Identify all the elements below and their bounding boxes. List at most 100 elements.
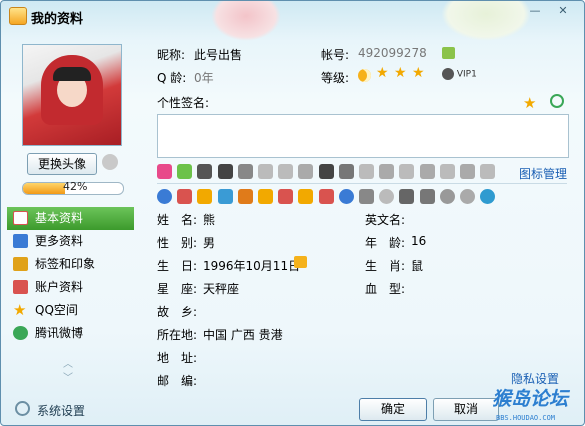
nickname-label: 昵称:: [157, 48, 186, 62]
ok-button[interactable]: 确定: [359, 398, 427, 421]
close-icon: ✕: [558, 4, 568, 17]
badge-icon[interactable]: [419, 189, 435, 204]
account-value: 492099278: [358, 46, 427, 60]
more-info-icon: [13, 234, 28, 248]
badge-icon[interactable]: [278, 164, 294, 179]
badge-icon[interactable]: [460, 189, 475, 204]
badge-icon[interactable]: [338, 189, 354, 204]
sidebar-item-label: 基本资料: [35, 211, 84, 225]
sidebar-item-account[interactable]: 账户资料: [7, 276, 134, 299]
system-settings-link[interactable]: 系统设置: [37, 402, 85, 419]
badge-icon[interactable]: [338, 164, 354, 179]
field-label: 姓 名:: [157, 213, 198, 227]
gray-status-icon[interactable]: [102, 154, 118, 170]
minimize-button[interactable]: —: [522, 2, 548, 19]
decoration-flower: [441, 1, 531, 41]
badge-icon[interactable]: [258, 189, 273, 204]
moon-level-icon: [358, 69, 371, 82]
progress-text: 42%: [63, 180, 88, 193]
badge-icon[interactable]: [399, 164, 415, 179]
sidebar-item-tags[interactable]: 标签和印象: [7, 253, 134, 276]
star-level-icon: ★: [376, 65, 389, 81]
badge-icon[interactable]: [197, 164, 213, 179]
badge-icon[interactable]: [419, 164, 435, 179]
sidebar-item-qzone[interactable]: ★ QQ空间: [7, 299, 134, 322]
gear-icon[interactable]: [15, 401, 30, 416]
badge-icon[interactable]: [399, 189, 415, 204]
badge-icon[interactable]: [298, 189, 314, 204]
badge-icon[interactable]: [217, 189, 233, 204]
badge-icon[interactable]: [157, 189, 172, 204]
sidebar-item-label: 更多资料: [35, 234, 84, 248]
badge-icon[interactable]: [278, 189, 294, 204]
refresh-icon[interactable]: [550, 94, 564, 108]
qq-app-icon: [9, 7, 27, 25]
minimize-icon: —: [529, 4, 541, 17]
star-level-icon: ★: [412, 65, 425, 81]
field-label: 生 日:: [157, 259, 198, 273]
qage-label: Q 龄:: [157, 71, 187, 85]
badge-icon[interactable]: [318, 189, 334, 204]
badge-icon[interactable]: [157, 164, 172, 179]
field-value: 中国 广西 贵港: [203, 328, 283, 342]
field-label: 地 址:: [157, 351, 198, 365]
badge-icon[interactable]: [177, 164, 193, 179]
account-label: 帐号:: [321, 48, 350, 62]
field-value: 男: [203, 236, 216, 250]
badge-icon[interactable]: [237, 189, 253, 204]
level-label: 等级:: [321, 71, 350, 85]
field-value: 鼠: [411, 259, 424, 273]
badge-icon[interactable]: [258, 164, 273, 179]
nav-scroll-arrows[interactable]: ︿ ﹀: [63, 358, 73, 386]
badge-icon[interactable]: [480, 189, 496, 204]
qage-value: 0年: [194, 71, 214, 85]
sidebar-item-more[interactable]: 更多资料: [7, 230, 134, 253]
badge-icon[interactable]: [460, 164, 475, 179]
title-bar[interactable]: 我的资料 — ✕: [1, 1, 584, 41]
divider: [157, 183, 567, 184]
star-edit-icon[interactable]: ★: [523, 94, 536, 112]
change-avatar-button[interactable]: 更换头像: [27, 153, 97, 175]
close-button[interactable]: ✕: [550, 2, 576, 19]
watermark-url: BBS.HOUDAO.COM: [496, 414, 556, 422]
field-label: 所在地:: [157, 328, 198, 342]
badge-icon[interactable]: [439, 189, 455, 204]
field-value: 1996年10月11日: [203, 259, 301, 273]
star-icon: ★: [13, 301, 27, 319]
sidebar-item-weibo[interactable]: 腾讯微博: [7, 322, 134, 345]
nickname-value: 此号出售: [194, 48, 243, 62]
badge-icon[interactable]: [480, 164, 496, 179]
decoration-flower: [211, 1, 281, 41]
badge-icon[interactable]: [237, 164, 253, 179]
window-title: 我的资料: [31, 12, 84, 27]
badge-icon[interactable]: [217, 164, 233, 179]
sidebar-item-basic[interactable]: 基本资料: [7, 207, 134, 230]
badge-icon[interactable]: [177, 189, 193, 204]
badge-icon[interactable]: [298, 164, 314, 179]
profile-window: 我的资料 — ✕ 更换头像 42% 基本资料 更多资料 标签和印象 账户资料 ★: [0, 0, 585, 426]
field-value: 熊: [203, 213, 216, 227]
chevron-up-icon[interactable]: ︿: [63, 358, 73, 372]
sidebar-item-label: 标签和印象: [35, 257, 96, 271]
chevron-down-icon[interactable]: ﹀: [63, 372, 73, 386]
field-label: 邮 编:: [157, 374, 198, 388]
weibo-icon: [13, 326, 28, 340]
badge-icon[interactable]: [359, 164, 374, 179]
star-level-icon: ★: [394, 65, 407, 81]
vip-text: VIP1: [456, 69, 477, 80]
badge-icon[interactable]: [359, 189, 374, 204]
field-label: 故 乡:: [157, 305, 198, 319]
field-label: 血 型:: [365, 282, 406, 296]
badge-icon[interactable]: [439, 164, 455, 179]
account-icon: [13, 280, 28, 294]
copy-account-icon[interactable]: [442, 47, 455, 59]
badge-icon[interactable]: [318, 164, 334, 179]
profile-card-icon: [13, 211, 28, 225]
icon-manage-link[interactable]: 图标管理: [519, 165, 567, 182]
badge-icon[interactable]: [379, 189, 395, 204]
badge-icon[interactable]: [197, 189, 213, 204]
cancel-button[interactable]: 取消: [433, 398, 499, 421]
badge-icon[interactable]: [379, 164, 395, 179]
signature-input[interactable]: [157, 114, 569, 158]
vip-badge[interactable]: VIP1: [442, 68, 482, 83]
